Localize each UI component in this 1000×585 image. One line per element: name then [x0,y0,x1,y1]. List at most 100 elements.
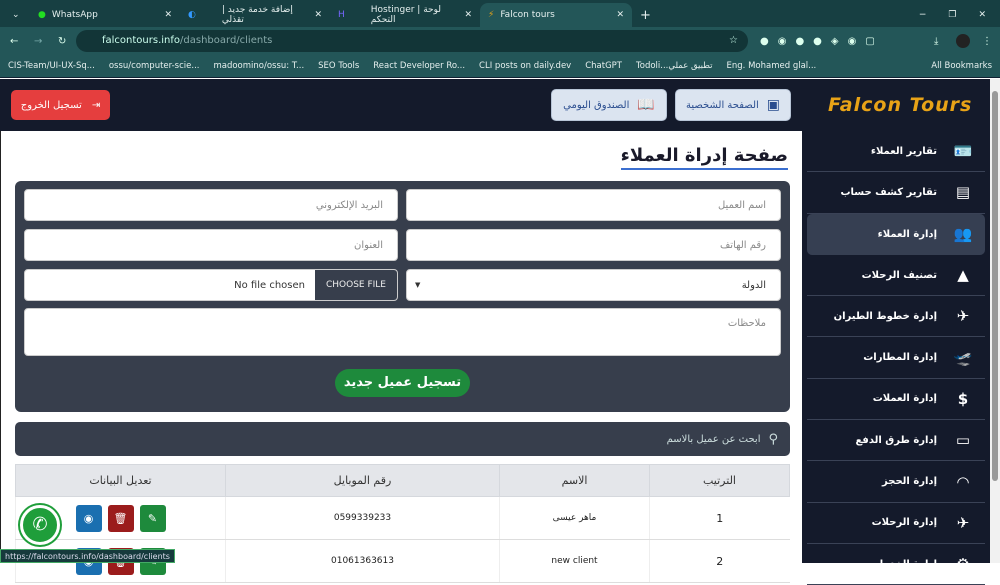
star-icon[interactable]: ☆ [729,30,738,52]
users-icon: 👥 [953,225,973,244]
bookmark[interactable]: Todoli...تطبيق عملي [636,61,713,71]
top-bar: تسجيل الخروج ⇥ الصندوق اليومي 📖 الصفحة الش… [0,79,990,131]
bookmark[interactable]: CIS-Team/UI-UX-Sq... [8,61,95,71]
bookmark[interactable]: React Developer Ro... [373,61,465,71]
close-icon[interactable]: ✕ [464,10,472,20]
sidebar-item-client-reports[interactable]: تقارير العملاء 🪪 [807,131,985,173]
back-icon[interactable]: ← [10,36,18,47]
status-url: https://falcontours.info/dashboard/clien… [0,549,175,563]
profile-icon: ▣ [766,97,781,113]
whatsapp-icon: ● [38,10,46,20]
country-select[interactable]: الدولة ▼ [406,269,781,301]
forward-icon[interactable]: → [34,36,42,47]
booking-icon: ◠ [957,472,969,491]
site-icon: ◐ [188,10,196,20]
sidebar: تقارير العملاء 🪪 تقارير كشف حساب ▤ إدارة ا… [802,131,990,585]
sidebar-item-airports[interactable]: إدارة المطارات 🛫 [807,337,985,379]
name-cell: new client [499,539,650,583]
tab-hostinger[interactable]: H Hostinger | لوحة التحكم ✕ [330,3,480,27]
reload-icon[interactable]: ↻ [58,36,66,47]
index-cell: 2 [649,539,790,583]
caret-down-icon: ▼ [415,281,421,289]
bookmark[interactable]: SEO Tools [318,61,359,71]
download-icon[interactable]: ⤓ [934,36,938,47]
tab-falcon-tours[interactable]: ⚡ Falcon tours ✕ [480,3,632,27]
scrollbar-thumb[interactable] [992,91,998,481]
register-client-button[interactable]: تسجيل عميل جديد [335,369,470,397]
client-form: اسم العميل البريد الإلكتروني رقم الهاتف … [15,181,790,412]
card-icon: ▭ [955,431,971,450]
daily-box-button[interactable]: الصندوق اليومي 📖 [551,89,667,121]
new-tab-button[interactable]: + [632,3,659,27]
tab-search-button[interactable]: ⌄ [4,3,30,27]
tab-whatsapp[interactable]: ● WhatsApp ✕ [30,3,180,27]
sidebar-item-clients[interactable]: إدارة العملاء 👥 [807,213,985,255]
document-icon: ▤ [955,183,971,202]
sidebar-item-services[interactable]: إدارة الخدمات ⚙ [807,544,985,585]
all-bookmarks[interactable]: All Bookmarks [931,61,1000,71]
col-actions: تعديل البيانات [15,464,226,497]
falcon-icon: ⚡ [488,10,495,20]
col-mobile: رقم الموبايل [225,464,500,497]
window-controls: − ❐ ✕ [911,3,1000,27]
dollar-icon: $ [957,389,969,408]
col-name: الاسم [499,464,650,497]
logo[interactable]: Falcon Tours [828,94,972,116]
book-icon: 📖 [637,97,655,113]
phone-input[interactable]: رقم الهاتف [406,229,781,261]
mobile-cell: 01061363613 [225,539,500,583]
search-bar[interactable]: ابحث عن عميل بالاسم ⚲ [15,422,790,456]
client-name-input[interactable]: اسم العميل [406,189,781,221]
address-input[interactable]: العنوان [24,229,398,261]
view-button[interactable]: ◉ [75,504,102,532]
bookmark[interactable]: CLI posts on daily.dev [479,61,571,71]
bookmarks-bar: CIS-Team/UI-UX-Sq... ossu/computer-scie.… [0,55,1000,78]
close-icon[interactable]: ✕ [164,10,172,20]
table-row: ◉ 🗑 ✎ 0599339233 ماهر عيسى 1 [15,496,790,540]
bookmark[interactable]: madoomino/ossu: T... [213,61,304,71]
sidebar-item-trip-categories[interactable]: تصنيف الرحلات ▲ [807,255,985,297]
edit-button[interactable]: ✎ [139,504,166,532]
url-input[interactable]: falcontours.info/dashboard/clients ☆ [76,30,748,52]
sidebar-item-currencies[interactable]: إدارة العملات $ [807,379,985,421]
address-bar-row: ← → ↻ falcontours.info/dashboard/clients… [0,27,1000,55]
table-header: تعديل البيانات رقم الموبايل الاسم الترتي… [15,464,790,497]
tab-service[interactable]: ◐ إضافة خدمة جديد | تقذلي ✕ [180,3,330,27]
bookmark[interactable]: Eng. Mohamed glal... [727,61,817,71]
bookmark[interactable]: ossu/computer-scie... [109,61,200,71]
whatsapp-float-button[interactable]: ✆ [20,505,60,545]
notes-textarea[interactable]: ملاحظات [24,308,781,356]
minimize-icon[interactable]: − [919,10,927,20]
close-icon[interactable]: ✕ [314,10,322,20]
close-window-icon[interactable]: ✕ [978,10,986,20]
name-cell: ماهر عيسى [499,496,650,540]
shapes-icon: ▲ [957,266,969,285]
sidebar-item-trips[interactable]: إدارة الرحلات ✈ [807,503,985,544]
plane-icon: ✈ [956,513,970,532]
hostinger-icon: H [338,10,345,20]
profile-button[interactable]: الصفحة الشخصية ▣ [675,89,791,121]
file-input[interactable]: No file chosen CHOOSE FILE [24,269,398,301]
scrollbar[interactable] [990,79,1000,563]
sidebar-item-airlines[interactable]: إدارة خطوط الطيران ✈ [807,296,985,338]
delete-button[interactable]: 🗑 [107,504,134,532]
email-input[interactable]: البريد الإلكتروني [24,189,398,221]
departure-icon: 🛫 [953,348,973,367]
sidebar-item-payment-methods[interactable]: إدارة طرق الدفع ▭ [807,420,985,462]
close-icon[interactable]: ✕ [616,10,624,20]
logout-button[interactable]: تسجيل الخروج ⇥ [11,90,110,120]
logout-icon: ⇥ [91,99,101,111]
sidebar-item-account-statements[interactable]: تقارير كشف حساب ▤ [807,172,985,214]
col-index: الترتيب [649,464,790,497]
choose-file-button[interactable]: CHOOSE FILE [314,270,397,300]
mobile-cell: 0599339233 [225,496,500,540]
bookmark[interactable]: ChatGPT [585,61,622,71]
main-content: صفحة إدراة العملاء اسم العميل البريد الإ… [0,131,802,583]
restore-icon[interactable]: ❐ [948,10,956,20]
menu-icon[interactable]: ⋮ [982,36,992,47]
clients-table: تعديل البيانات رقم الموبايل الاسم الترتي… [15,464,790,583]
gear-icon: ⚙ [956,555,970,574]
profile-avatar[interactable] [956,34,970,48]
extensions-icons[interactable]: ●◉●●◈◉▢ [760,36,884,47]
sidebar-item-bookings[interactable]: إدارة الحجز ◠ [807,461,985,503]
